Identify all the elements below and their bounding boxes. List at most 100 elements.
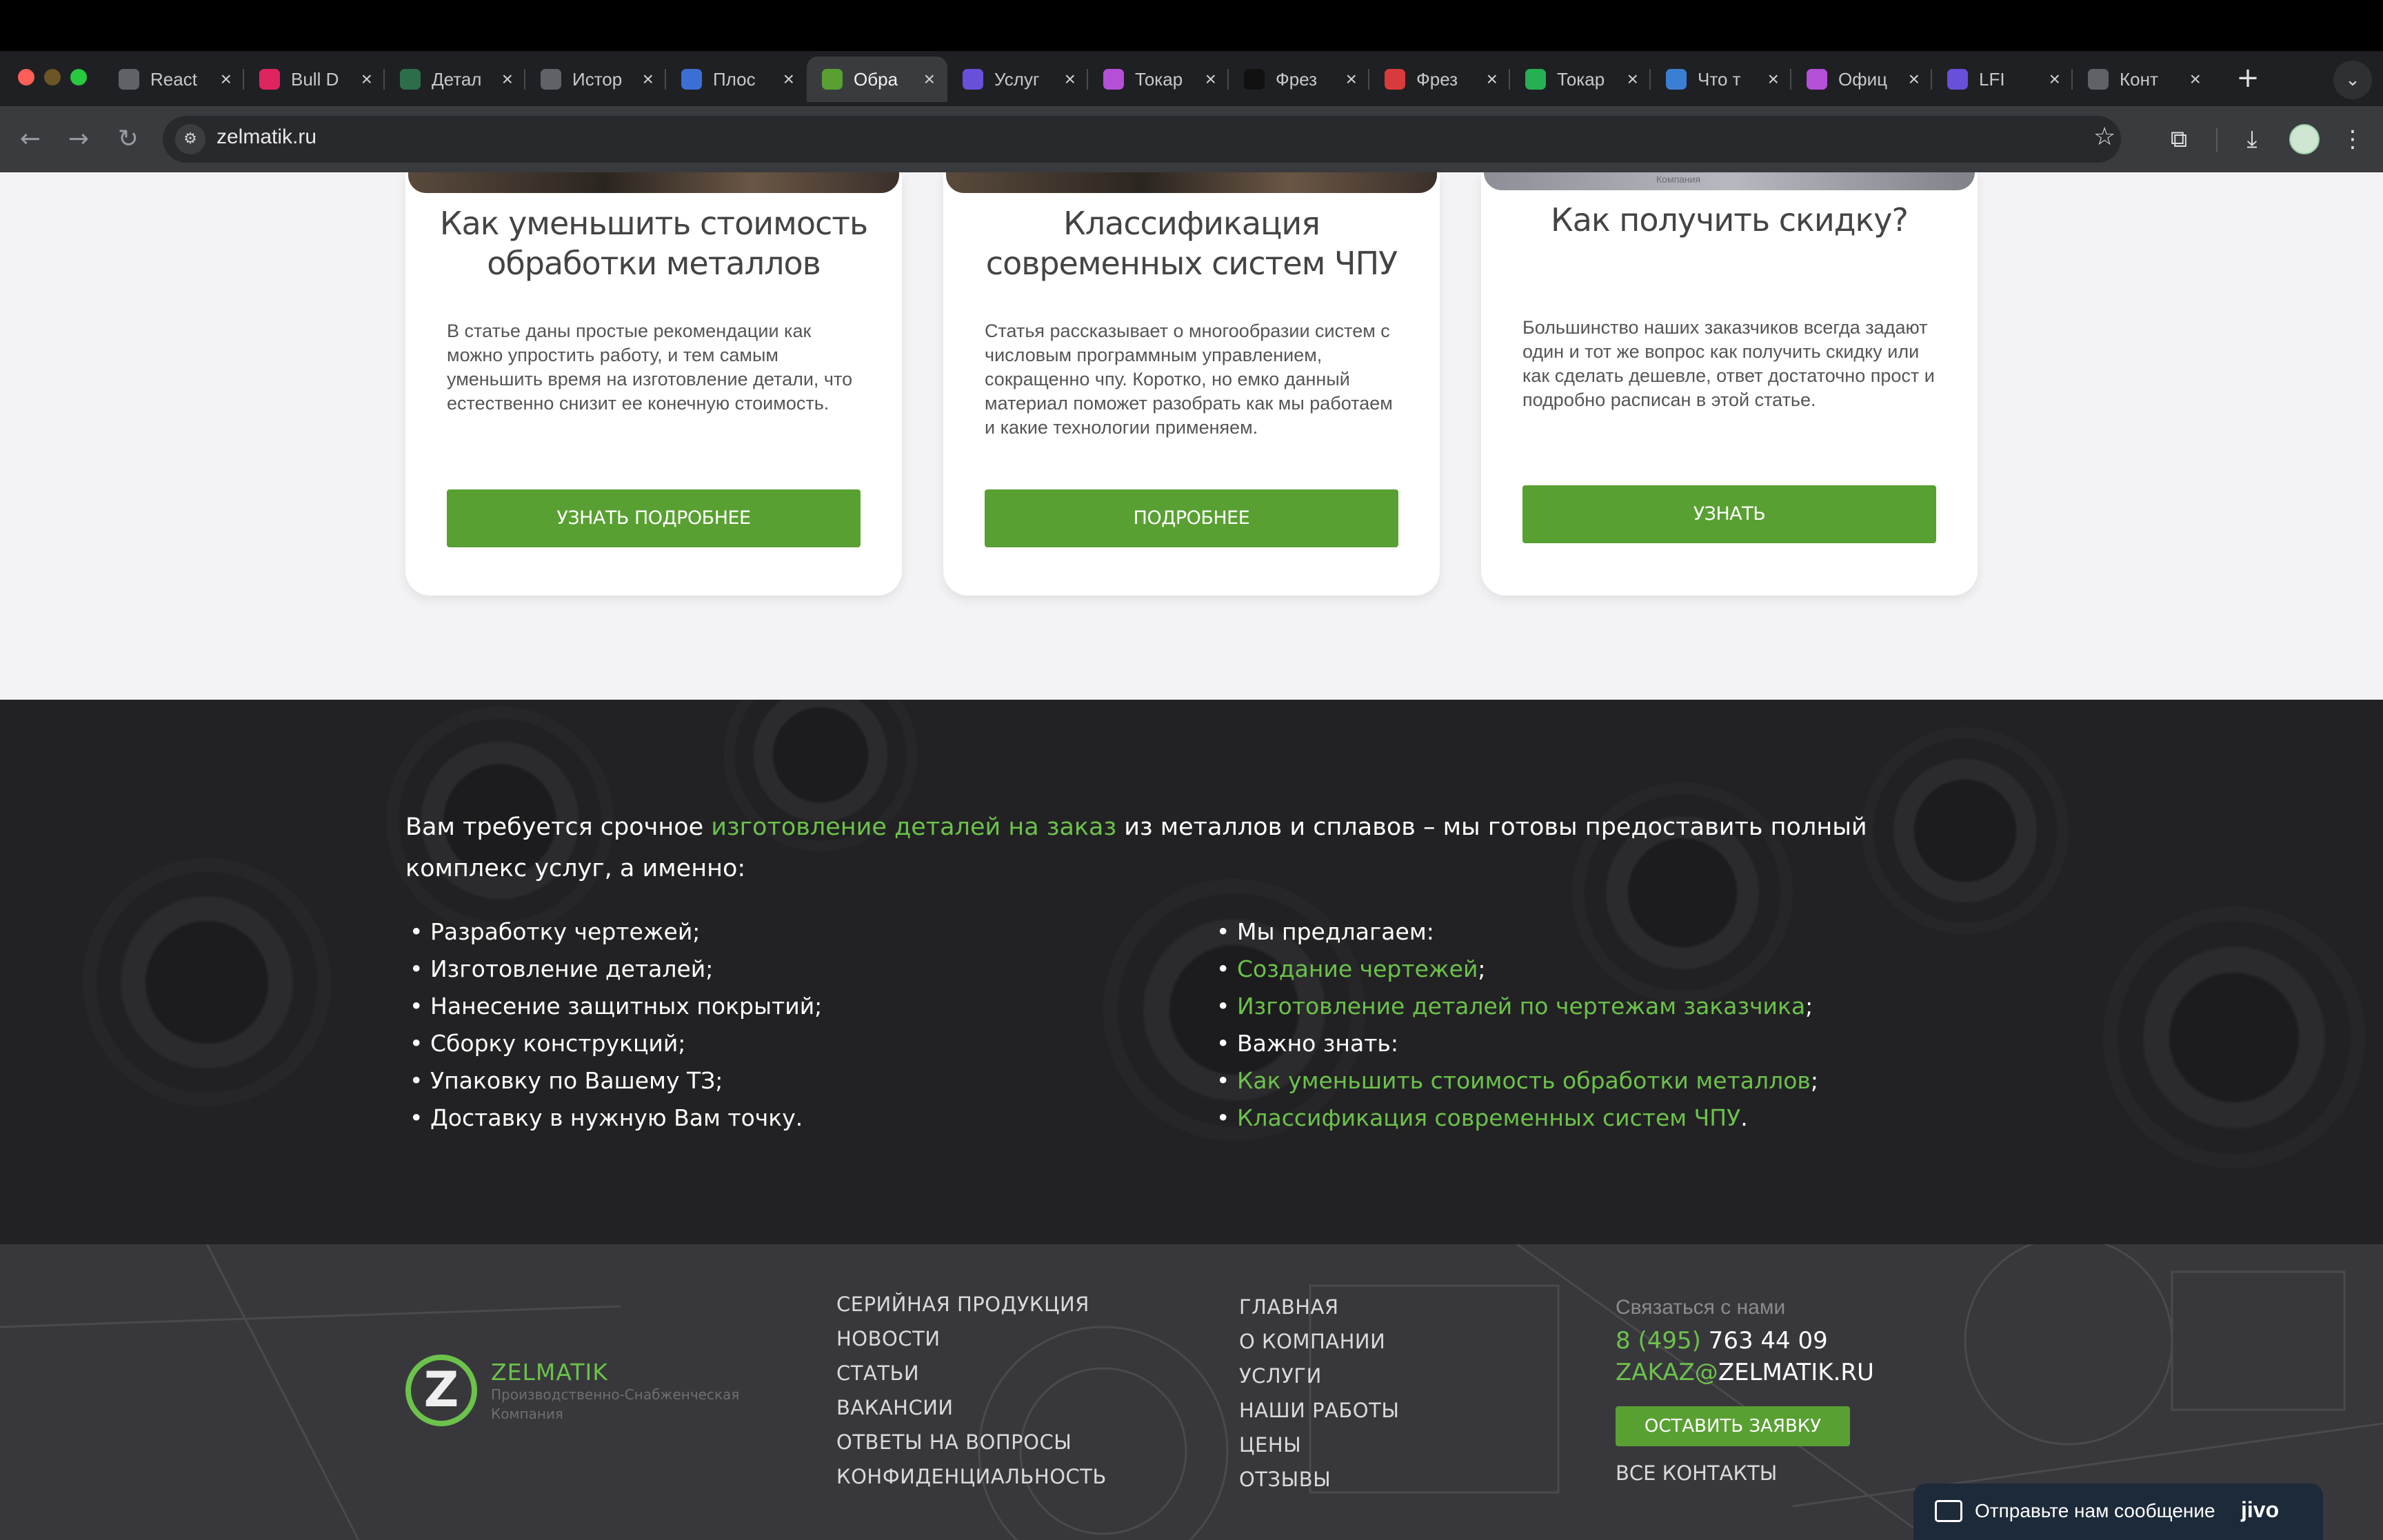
footer-nav-link[interactable]: УСЛУГИ [1239,1359,1399,1393]
close-tab-icon[interactable]: × [361,68,372,90]
close-tab-icon[interactable]: × [502,68,513,90]
close-tab-icon[interactable]: × [1627,68,1638,90]
footer-nav-link[interactable]: ЦЕНЫ [1239,1428,1399,1462]
browser-tab[interactable]: Детал × [385,57,525,102]
maximize-window-button[interactable] [70,69,87,85]
offer-link[interactable]: Создание чертежей [1237,955,1478,982]
close-tab-icon[interactable]: × [2190,68,2201,90]
offer-link[interactable]: Классификация современных систем ЧПУ [1237,1104,1740,1131]
download-icon[interactable]: ⤓ [2234,121,2270,157]
footer-nav-link[interactable]: НОВОСТИ [836,1321,1107,1356]
close-tab-icon[interactable]: × [1205,68,1216,90]
footer-nav-link[interactable]: КОНФИДЕНЦИАЛЬНОСТЬ [836,1459,1107,1494]
image-icon [1666,69,1687,90]
browser-tab[interactable]: Что т × [1651,57,1791,102]
tab-search-button[interactable]: ⌄ [2333,61,2372,99]
browser-tab[interactable]: Истор × [525,57,666,102]
tab-label: Плос [713,68,756,90]
forward-button[interactable]: → [61,121,97,157]
footer-nav-link[interactable]: ВАКАНСИИ [836,1390,1107,1425]
phone-code: 8 (495) [1616,1327,1701,1355]
card-title: Как уменьшить стоимость обработки металл… [439,205,868,282]
card-title: Как получить скидку? [1551,201,1909,239]
find-out-button[interactable]: УЗНАТЬ [1522,485,1936,543]
bookmark-star-icon[interactable]: ☆ [2093,123,2115,151]
zelmatik-logo-icon[interactable] [405,1355,477,1426]
logo-name[interactable]: ZELMATIK [491,1359,608,1386]
card-text: В статье даны простые рекомендации как м… [447,321,853,414]
browser-tab[interactable]: Офиц × [1791,57,1932,102]
learn-more-button[interactable]: УЗНАТЬ ПОДРОБНЕЕ [447,489,861,547]
footer-nav-link[interactable]: О КОМПАНИИ [1239,1324,1399,1359]
chat-widget-label[interactable]: Отправьте нам сообщение [1975,1500,2215,1522]
reload-button[interactable]: ↻ [110,121,146,157]
close-tab-icon[interactable]: × [783,68,794,90]
site-settings-icon[interactable]: ⚙ [175,124,205,154]
logo-tagline: Производственно-Снабженческая Компания [491,1386,740,1422]
phone-number: 763 44 09 [1700,1327,1828,1355]
browser-tab[interactable]: Услуг × [947,57,1088,102]
globe-icon [2088,69,2109,90]
new-tab-button[interactable]: + [2231,61,2265,95]
tab-separator [1790,69,1791,90]
phone-link[interactable]: 8 (495) 763 44 09 [1616,1327,1828,1355]
swirl-icon [1385,69,1405,90]
all-contacts-link[interactable]: ВСЕ КОНТАКТЫ [1616,1461,1777,1485]
services-list: Разработку чертежей;Изготовление деталей… [405,913,822,1137]
close-tab-icon[interactable]: × [1768,68,1779,90]
close-tab-icon[interactable]: × [1346,68,1357,90]
browser-tab[interactable]: LFI × [1932,57,2073,102]
close-tab-icon[interactable]: × [2049,68,2060,90]
close-window-button[interactable] [18,69,34,85]
offer-punctuation: ; [1810,1067,1818,1094]
tab-separator [1087,69,1088,90]
offer-link[interactable]: Как уменьшить стоимость обработки металл… [1237,1067,1811,1094]
profile-avatar[interactable] [2289,124,2320,154]
footer-nav-link[interactable]: ОТВЕТЫ НА ВОПРОСЫ [836,1425,1107,1459]
custom-parts-link[interactable]: изготовление деталей на заказ [711,813,1116,841]
tab-label: LFI [1979,68,2005,90]
arrow-logo-icon [681,69,702,90]
tab-label: Токар [1557,68,1605,90]
browser-tab[interactable]: Bull D × [244,57,385,102]
tab-separator [243,69,244,90]
history-icon [541,69,561,90]
browser-tab[interactable]: Фрез × [1229,57,1369,102]
footer-nav-link[interactable]: НАШИ РАБОТЫ [1239,1393,1399,1428]
service-item: Нанесение защитных покрытий; [405,988,822,1025]
close-tab-icon[interactable]: × [221,68,232,90]
browser-tab[interactable]: Токар × [1088,57,1229,102]
tab-separator [1649,69,1651,90]
offer-item: Важно знать: [1212,1025,1818,1062]
extensions-icon[interactable]: ⧉ [2161,121,2197,157]
footer-nav-link[interactable]: ГЛАВНАЯ [1239,1290,1399,1324]
close-tab-icon[interactable]: × [643,68,654,90]
offer-link[interactable]: Изготовление деталей по чертежам заказчи… [1237,993,1805,1020]
minimize-window-button[interactable] [44,69,61,85]
close-tab-icon[interactable]: × [1487,68,1498,90]
browser-tab[interactable]: Токар × [1510,57,1651,102]
close-tab-icon[interactable]: × [1909,68,1920,90]
back-button[interactable]: ← [12,121,48,157]
footer-nav-link[interactable]: ОТЗЫВЫ [1239,1462,1399,1497]
address-bar[interactable] [163,116,2121,163]
details-button[interactable]: ПОДРОБНЕЕ [985,489,1398,547]
email-link[interactable]: ZAKAZ@ZELMATIK.RU [1616,1359,1874,1386]
browser-tab[interactable]: React × [103,57,244,102]
browser-tab[interactable]: Обра × [807,57,947,102]
band-overlay [0,700,2383,1244]
card-image-caption: Компания [1656,174,1701,185]
close-tab-icon[interactable]: × [1065,68,1076,90]
close-tab-icon[interactable]: × [924,68,935,90]
browser-menu-icon[interactable]: ⋮ [2335,121,2371,157]
offers-list: Мы предлагаем: Создание чертежей; Изготовл… [1212,913,1818,1137]
browser-tab[interactable]: Конт × [2073,57,2213,102]
footer-nav-link[interactable]: СТАТЬИ [836,1356,1107,1390]
url-text[interactable]: zelmatik.ru [217,125,316,149]
offer-item: Мы предлагаем: [1212,913,1818,951]
browser-tab[interactable]: Фрез × [1369,57,1510,102]
order-request-button[interactable]: ОСТАВИТЬ ЗАЯВКУ [1616,1406,1850,1446]
offer-heading: Важно знать: [1237,1030,1398,1057]
footer-nav-link[interactable]: СЕРИЙНАЯ ПРОДУКЦИЯ [836,1287,1107,1321]
browser-tab[interactable]: Плос × [666,57,807,102]
